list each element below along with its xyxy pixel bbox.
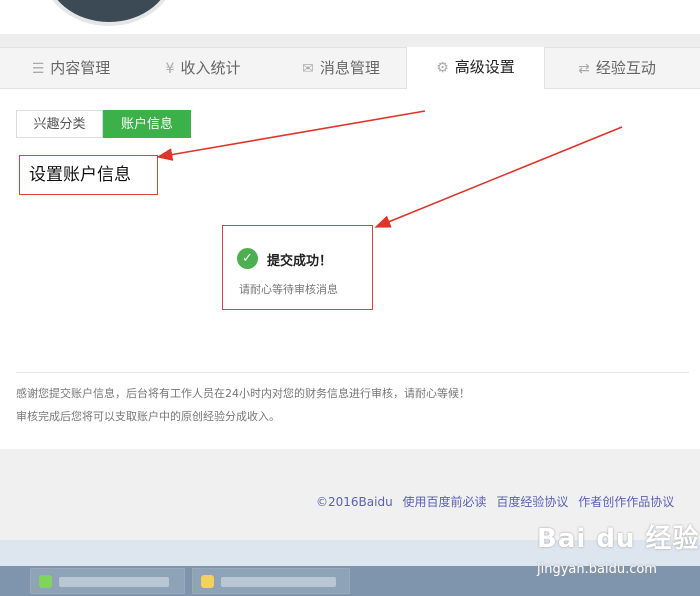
annotation-arrows xyxy=(156,110,623,228)
annotation-arrow xyxy=(156,110,426,161)
annotation-arrow xyxy=(374,126,623,228)
